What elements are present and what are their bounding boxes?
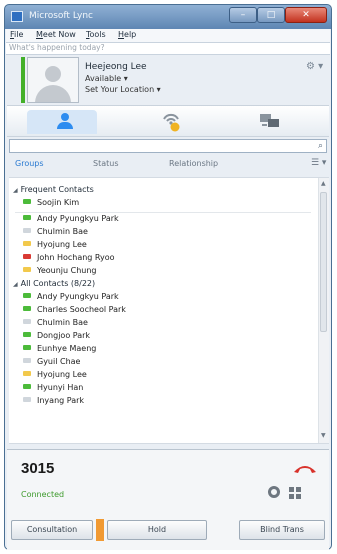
contact-list: ▲ ▼ ◢ Frequent Contacts Soojin Kim Andy Pyu… (9, 177, 329, 444)
call-number: 3015 (21, 460, 55, 477)
contact-list-item[interactable]: Andy Pyungkyu Park (23, 214, 119, 226)
status-message-placeholder: What's happening today? (9, 43, 105, 52)
scroll-down-icon[interactable]: ▼ (321, 432, 326, 439)
contact-name: Dongjoo Park (37, 331, 91, 340)
list-icon[interactable]: ☰ ▾ (311, 158, 326, 168)
contact-list-item[interactable]: Soojin Kim (23, 198, 79, 210)
presence-icon (23, 332, 31, 337)
minimize-button[interactable]: – (229, 7, 257, 23)
contact-name: Chulmin Bae (37, 227, 88, 236)
call-state-icon (268, 486, 280, 498)
presence-icon (23, 306, 31, 311)
scroll-up-icon[interactable]: ▲ (321, 180, 326, 187)
contact-name: Hyunyi Han (37, 383, 84, 392)
lync-app-icon (11, 11, 23, 22)
contact-name: Andy Pyungkyu Park (37, 214, 119, 223)
consultation-button[interactable]: Consultation (11, 520, 93, 540)
search-icon[interactable]: ⌕ (318, 141, 323, 151)
contact-name: Charles Soocheol Park (37, 305, 126, 314)
view-tabs (7, 105, 329, 137)
presence-icon (23, 267, 31, 272)
call-status: Connected (21, 490, 65, 499)
search-input[interactable]: ⌕ (9, 139, 327, 153)
presence-icon (23, 397, 31, 402)
presence-icon (23, 371, 31, 376)
menu-tools[interactable]: Tools (86, 30, 106, 39)
contact-list-item[interactable]: Yeounju Chung (23, 266, 97, 278)
contact-name: Yeounju Chung (37, 266, 97, 275)
dialpad-icon[interactable] (289, 487, 301, 499)
avatar[interactable] (27, 57, 79, 103)
contact-list-item[interactable]: Inyang Park (23, 396, 84, 408)
contact-name: Inyang Park (37, 396, 85, 405)
call-panel: 3015 Connected Consultation Hold Blind T… (7, 449, 329, 550)
contact-list-item[interactable]: Charles Soocheol Park (23, 305, 126, 317)
location-dropdown[interactable]: Set Your Location ▾ (85, 85, 161, 94)
expand-arrow-icon[interactable]: ◢ (13, 281, 18, 288)
menu-file[interactable]: File (10, 30, 23, 39)
scroll-thumb[interactable] (320, 192, 327, 332)
filter-groups[interactable]: Groups (15, 159, 44, 168)
contact-list-item[interactable]: Chulmin Bae (23, 227, 88, 239)
presence-icon (23, 293, 31, 298)
contact-list-item[interactable]: Andy Pyungkyu Park (23, 292, 119, 304)
hold-indicator (96, 519, 104, 541)
contact-name: Andy Pyungkyu Park (37, 292, 119, 301)
conversation-icon[interactable] (259, 112, 281, 130)
title-bar[interactable]: Microsoft Lync – □ ✕ (5, 5, 331, 29)
contact-list-item[interactable]: Hyojung Lee (23, 370, 87, 382)
contact-filters: Groups Status Relationship ☰ ▾ (9, 156, 329, 174)
lync-window: Microsoft Lync – □ ✕ File Meet Now Tools… (4, 4, 332, 550)
contact-list-item[interactable]: Dongjoo Park (23, 331, 90, 343)
user-name: Heejeong Lee (85, 62, 147, 72)
gear-icon[interactable]: ⚙ ▾ (306, 61, 323, 72)
blind-transfer-button[interactable]: Blind Trans (239, 520, 325, 540)
contact-name: Soojin Kim (37, 198, 80, 207)
contact-name: Eunhye Maeng (37, 344, 97, 353)
menu-meet-now[interactable]: Meet Now (36, 30, 76, 39)
presence-icon (23, 241, 31, 246)
group-name: All Contacts (8/22) (20, 279, 96, 288)
contact-list-item[interactable]: Eunhye Maeng (23, 344, 96, 356)
hold-button[interactable]: Hold (107, 520, 207, 540)
maximize-button[interactable]: □ (257, 7, 285, 23)
hangup-icon[interactable] (293, 464, 317, 474)
expand-arrow-icon[interactable]: ◢ (13, 187, 18, 194)
contact-name: John Hochang Ryoo (37, 253, 115, 262)
presence-icon (23, 228, 31, 233)
presence-icon (23, 199, 31, 204)
window-title: Microsoft Lync (29, 11, 93, 21)
contact-list-item[interactable]: John Hochang Ryoo (23, 253, 115, 265)
signal-icon[interactable] (161, 110, 181, 132)
menu-bar: File Meet Now Tools Help (6, 29, 330, 42)
group-name: Frequent Contacts (20, 185, 94, 194)
status-message-field[interactable]: What's happening today? (6, 42, 330, 55)
menu-help[interactable]: Help (118, 30, 136, 39)
divider (15, 212, 311, 213)
presence-icon (23, 319, 31, 324)
presence-icon (23, 384, 31, 389)
availability-dropdown[interactable]: Available ▾ (85, 74, 128, 83)
presence-icon (23, 358, 31, 363)
presence-icon (23, 215, 31, 220)
presence-icon (23, 254, 31, 259)
group-header[interactable]: ◢ All Contacts (8/22) (13, 279, 95, 288)
contact-name: Hyojung Lee (37, 240, 87, 249)
person-icon (57, 113, 73, 131)
contact-list-item[interactable]: Hyojung Lee (23, 240, 87, 252)
group-header[interactable]: ◢ Frequent Contacts (13, 185, 94, 194)
filter-relationship[interactable]: Relationship (169, 159, 218, 168)
presence-indicator (21, 57, 25, 103)
contact-name: Chulmin Bae (37, 318, 88, 327)
contact-list-item[interactable]: Gyuil Chae (23, 357, 80, 369)
scrollbar[interactable]: ▲ ▼ (318, 178, 329, 443)
contact-list-item[interactable]: Hyunyi Han (23, 383, 83, 395)
contact-list-item[interactable]: Chulmin Bae (23, 318, 88, 330)
presence-icon (23, 345, 31, 350)
contact-name: Hyojung Lee (37, 370, 87, 379)
filter-status[interactable]: Status (93, 159, 119, 168)
close-button[interactable]: ✕ (285, 7, 327, 23)
contact-name: Gyuil Chae (37, 357, 81, 366)
